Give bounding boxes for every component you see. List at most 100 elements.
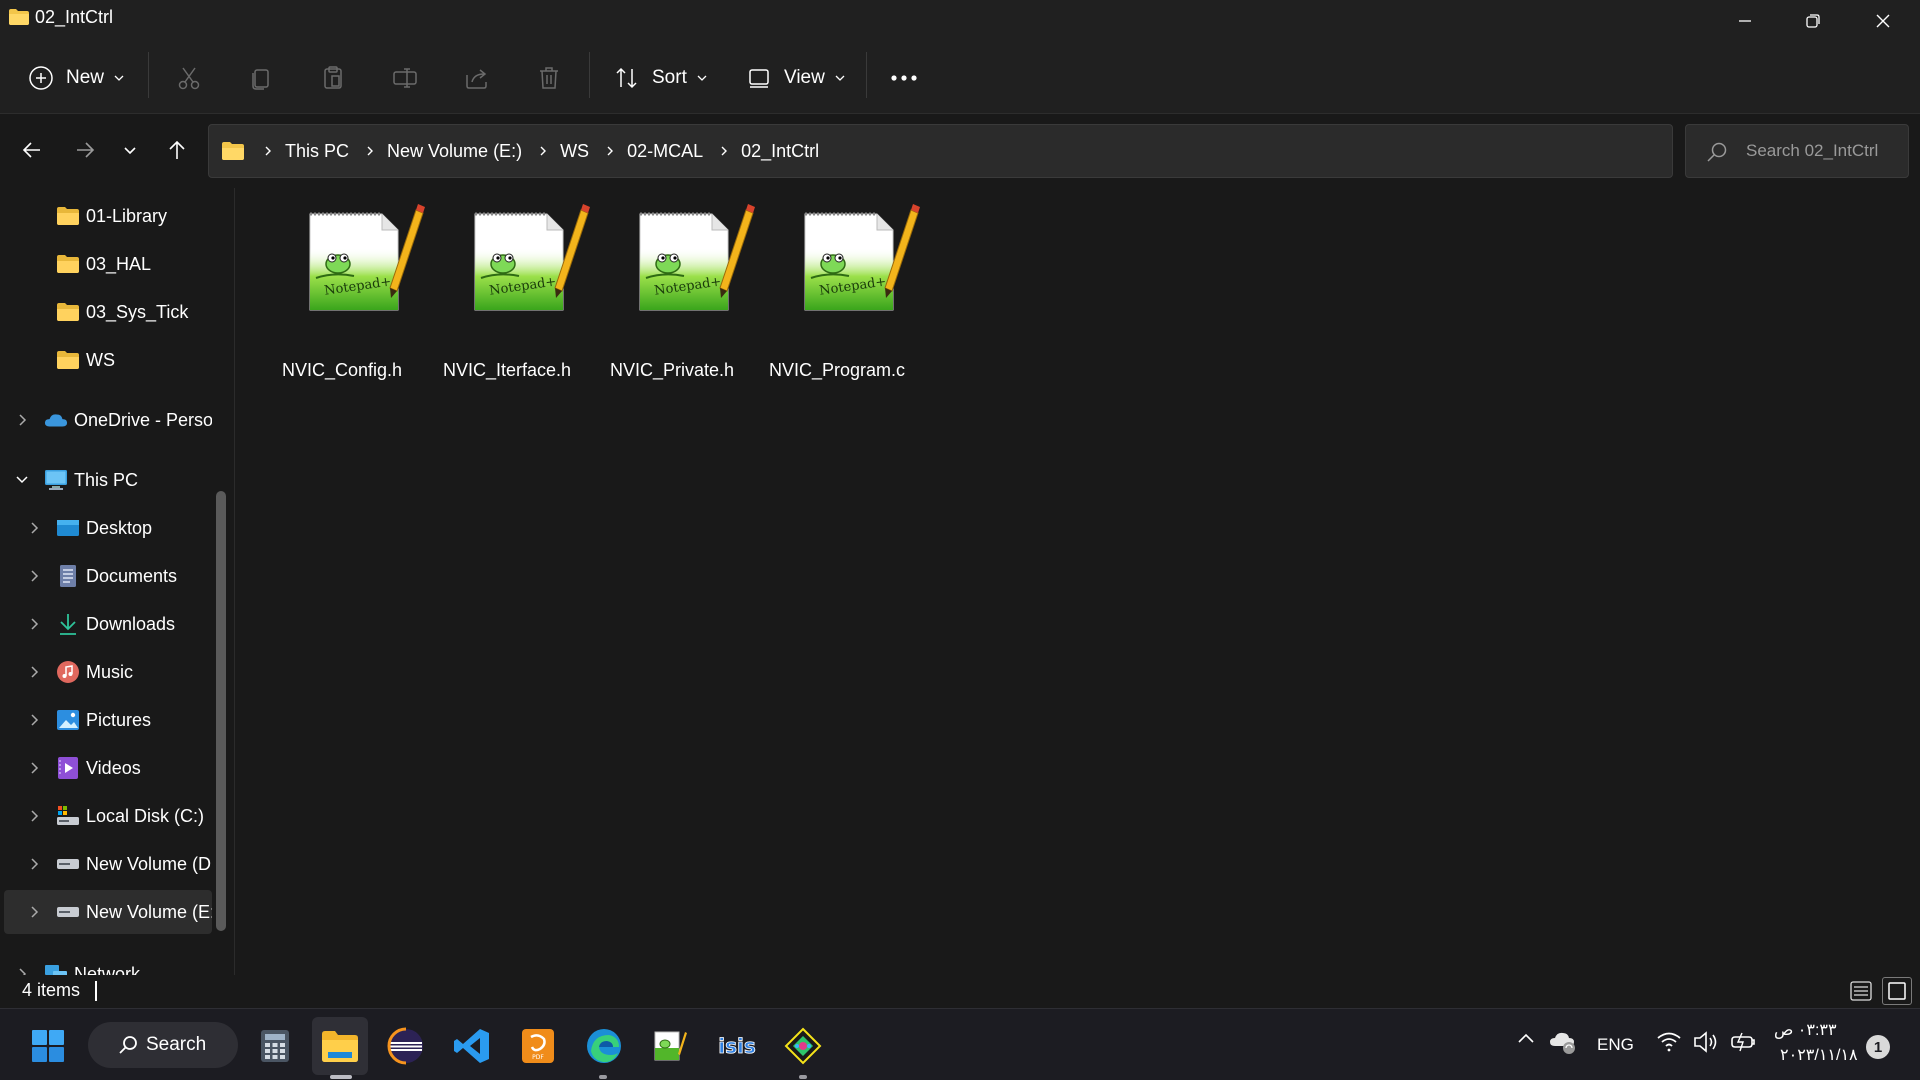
chevron-right-icon[interactable] (26, 616, 42, 632)
sidebar-item-downloads[interactable]: Downloads (0, 602, 212, 646)
sidebar-item-01-library[interactable]: 01-Library (0, 194, 212, 238)
breadcrumb-item[interactable]: 02_IntCtrl (741, 141, 819, 162)
sidebar-item-03-hal[interactable]: 03_HAL (0, 242, 212, 286)
restore-icon (1805, 13, 1821, 29)
sidebar-item-03-sys-tick[interactable]: 03_Sys_Tick (0, 290, 212, 334)
sidebar-item-onedrive[interactable]: OneDrive - Perso (0, 398, 212, 442)
chevron-right-icon[interactable] (26, 808, 42, 824)
title-bar: 02_IntCtrl (0, 0, 1920, 42)
sidebar-item-videos[interactable]: Videos (0, 746, 212, 790)
taskbar-search-button[interactable]: Search (88, 1022, 238, 1068)
clock-time[interactable]: ٠٣:٣٣ ص (1774, 1020, 1837, 1040)
sidebar-item-new-volume-e[interactable]: New Volume (E: (4, 890, 212, 934)
active-app-indicator (330, 1075, 352, 1079)
downloads-icon (56, 612, 80, 636)
language-indicator[interactable]: ENG (1597, 1035, 1634, 1055)
back-button[interactable] (12, 130, 52, 170)
notification-badge[interactable]: 1 (1866, 1035, 1890, 1059)
sidebar-item-ws[interactable]: WS (0, 338, 212, 382)
battery-button[interactable] (1729, 1030, 1757, 1054)
pane-divider[interactable] (234, 188, 235, 975)
sidebar-item-documents[interactable]: Documents (0, 554, 212, 598)
file-item[interactable]: Notepad++ NVIC_Program.c (757, 202, 920, 380)
taskbar-app-eclipse[interactable] (385, 1025, 427, 1067)
toolbar-separator (148, 52, 149, 98)
close-icon (1875, 13, 1891, 29)
new-button[interactable]: New (28, 56, 125, 100)
sidebar-item-this-pc[interactable]: This PC (0, 458, 212, 502)
start-button[interactable] (27, 1025, 69, 1067)
sidebar-item-label: Videos (86, 757, 141, 778)
sidebar-item-label: Pictures (86, 709, 152, 730)
large-icons-view-button[interactable] (1882, 977, 1912, 1005)
breadcrumb-item[interactable]: WS (560, 141, 589, 162)
chevron-right-icon[interactable] (26, 664, 42, 680)
onedrive-tray-button[interactable] (1549, 1029, 1577, 1055)
chevron-right-icon[interactable] (14, 412, 30, 428)
breadcrumb-item[interactable]: This PC (285, 141, 349, 162)
sidebar-scrollbar-thumb[interactable] (216, 491, 226, 931)
forward-button[interactable] (65, 130, 105, 170)
sort-button[interactable]: Sort (614, 56, 708, 100)
sidebar-item-label: Desktop (86, 517, 153, 538)
cut-button[interactable] (173, 62, 205, 94)
clock-date[interactable]: ٢٠٢٣/١١/١٨ (1780, 1045, 1858, 1065)
taskbar-app-edge[interactable] (583, 1025, 625, 1067)
file-name: NVIC_Iterface.h (442, 360, 572, 380)
chevron-down-icon[interactable] (14, 472, 30, 488)
more-options-button[interactable] (888, 62, 920, 94)
taskbar-app-calculator[interactable] (254, 1025, 296, 1067)
minimize-button[interactable] (1710, 0, 1780, 42)
sidebar-item-desktop[interactable]: Desktop (0, 506, 212, 550)
show-hidden-icons-button[interactable] (1516, 1031, 1536, 1045)
taskbar-app-pdf[interactable]: PDF (517, 1025, 559, 1067)
chevron-up-icon (1518, 1033, 1534, 1043)
share-button[interactable] (461, 62, 493, 94)
calculator-icon (260, 1029, 290, 1063)
file-item[interactable]: Notepad++ NVIC_Config.h (262, 202, 425, 380)
file-item[interactable]: Notepad++ NVIC_Iterface.h (427, 202, 590, 380)
search-input[interactable]: Search 02_IntCtrl (1685, 124, 1909, 178)
taskbar-app-isis[interactable]: isis (716, 1025, 758, 1067)
rename-button[interactable] (389, 62, 421, 94)
sidebar-item-new-volume-d[interactable]: New Volume (D (0, 842, 212, 886)
delete-button[interactable] (533, 62, 565, 94)
taskbar-app-game[interactable] (782, 1025, 824, 1067)
paste-button[interactable] (317, 62, 349, 94)
toolbar-separator (589, 52, 590, 98)
chevron-right-icon[interactable] (26, 856, 42, 872)
copy-button[interactable] (245, 62, 277, 94)
up-button[interactable] (157, 130, 197, 170)
chevron-right-icon (605, 145, 615, 157)
taskbar-app-vscode[interactable] (451, 1025, 493, 1067)
sidebar-item-pictures[interactable]: Pictures (0, 698, 212, 742)
breadcrumb-item[interactable]: New Volume (E:) (387, 141, 522, 162)
chevron-right-icon[interactable] (26, 568, 42, 584)
sidebar-item-label: OneDrive - Perso (74, 409, 212, 430)
restore-button[interactable] (1778, 0, 1848, 42)
view-button[interactable]: View (746, 56, 846, 100)
chevron-right-icon[interactable] (26, 520, 42, 536)
chevron-right-icon[interactable] (26, 904, 42, 920)
network-status-button[interactable] (1656, 1030, 1682, 1054)
breadcrumb-item[interactable]: 02-MCAL (627, 141, 703, 162)
chevron-right-icon[interactable] (14, 966, 30, 975)
file-name: NVIC_Private.h (609, 360, 735, 380)
file-item[interactable]: Notepad++ NVIC_Private.h (592, 202, 755, 380)
sidebar-item-local-disk-c[interactable]: Local Disk (C:) (0, 794, 212, 838)
sidebar-item-music[interactable]: Music (0, 650, 212, 694)
taskbar-app-file-explorer[interactable] (319, 1025, 361, 1067)
chevron-right-icon[interactable] (26, 760, 42, 776)
volume-button[interactable] (1693, 1030, 1721, 1054)
close-button[interactable] (1848, 0, 1918, 42)
recent-locations-button[interactable] (110, 130, 150, 170)
sidebar-item-network[interactable]: Network (0, 952, 212, 975)
address-bar[interactable]: This PC New Volume (E:) WS 02-MCAL 02_In… (208, 124, 1854, 178)
status-bar: 4 items (0, 975, 1920, 1008)
local-disk-icon (56, 804, 80, 828)
taskbar-app-notepad-plus-plus[interactable] (649, 1025, 691, 1067)
details-view-button[interactable] (1846, 977, 1876, 1005)
videos-icon (56, 756, 80, 780)
delete-icon (536, 65, 562, 91)
chevron-right-icon[interactable] (26, 712, 42, 728)
